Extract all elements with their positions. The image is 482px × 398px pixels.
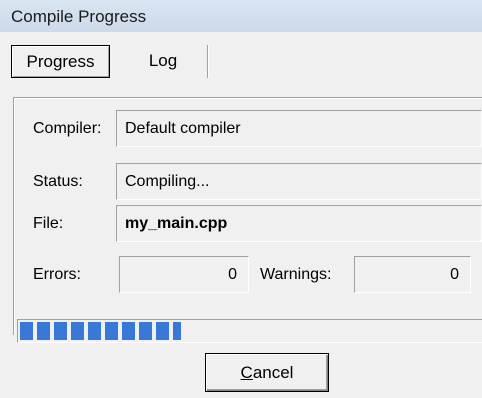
compile-progress-dialog: Compile Progress Progress Log Compiler: … xyxy=(0,0,482,398)
file-label: File: xyxy=(33,215,64,232)
status-field: Compiling... xyxy=(116,163,482,200)
status-label: Status: xyxy=(33,173,83,190)
tab-progress[interactable]: Progress xyxy=(11,45,110,78)
warnings-field: 0 xyxy=(354,256,471,293)
compiler-field: Default compiler xyxy=(116,110,482,147)
compiler-label: Compiler: xyxy=(33,120,102,137)
progress-bar xyxy=(17,319,482,343)
progress-fill xyxy=(20,322,181,340)
tab-log[interactable]: Log xyxy=(119,45,208,78)
cancel-mnemonic: C xyxy=(240,363,253,382)
window-title: Compile Progress xyxy=(11,7,147,26)
warnings-label: Warnings: xyxy=(260,266,332,283)
errors-label: Errors: xyxy=(33,266,81,283)
errors-field: 0 xyxy=(119,256,249,293)
cancel-label: ancel xyxy=(252,363,294,382)
cancel-button[interactable]: Cancel xyxy=(205,353,329,392)
file-field: my_main.cpp xyxy=(116,205,482,242)
title-bar[interactable]: Compile Progress xyxy=(0,0,482,32)
